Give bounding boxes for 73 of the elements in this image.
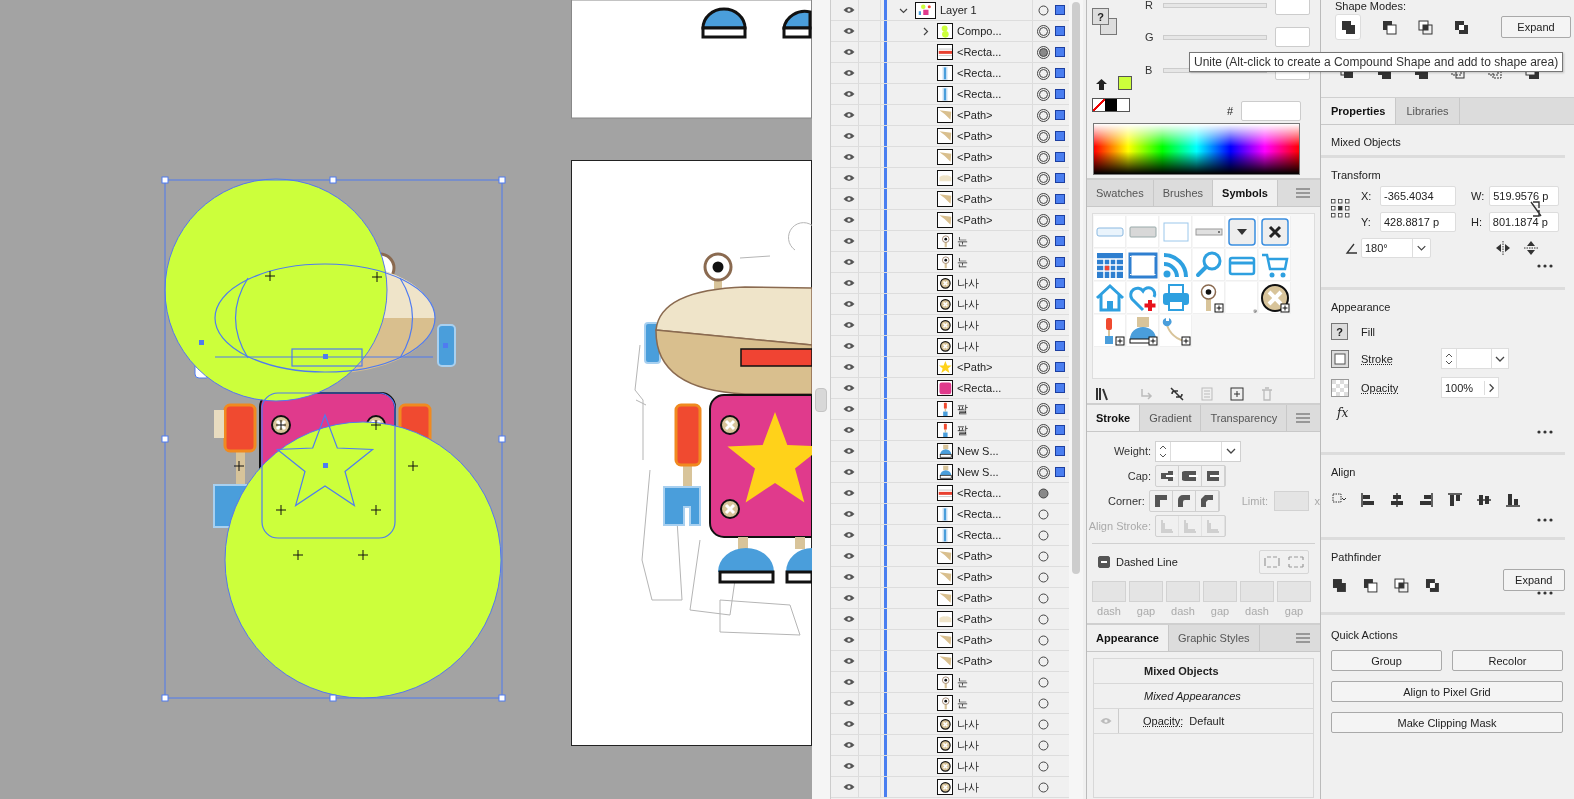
- layer-name: New S...: [957, 466, 999, 478]
- layer-name: 눈: [957, 695, 968, 711]
- field-label: Limit:: [1241, 495, 1268, 507]
- section-label: Shape Modes:: [1335, 0, 1407, 13]
- layer-name: <Path>: [957, 361, 993, 373]
- layer-name: 나사: [957, 296, 979, 312]
- fill-label: Fill: [1361, 325, 1377, 338]
- layer-name: 눈: [957, 674, 968, 690]
- layer-name: 눈: [957, 233, 968, 249]
- layer-name: 나사: [957, 737, 979, 753]
- layer-name: Compo...: [957, 25, 1002, 37]
- layer-name: 나사: [957, 275, 979, 291]
- layer-name: 팔: [957, 422, 968, 438]
- layer-name: <Recta...: [957, 529, 1002, 541]
- layer-name: 나사: [957, 716, 979, 732]
- layer-name: <Path>: [957, 172, 993, 184]
- opacity-value: 100%: [1444, 381, 1475, 394]
- dash-label: dash: [1096, 605, 1122, 617]
- section-title: Pathfinder: [1331, 550, 1383, 563]
- field-label: Cap:: [1126, 470, 1152, 482]
- layer-name: Layer 1: [940, 4, 977, 16]
- channel-label: R: [1145, 0, 1154, 11]
- layer-name: 눈: [957, 254, 968, 270]
- layer-name: <Path>: [957, 193, 993, 205]
- dash-label: gap: [1283, 605, 1305, 617]
- layer-name: 나사: [957, 317, 979, 333]
- field-label: X:: [1361, 190, 1373, 202]
- section-title: Quick Actions: [1331, 628, 1399, 641]
- layer-name: <Path>: [957, 214, 993, 226]
- opacity-value: Default: [1189, 715, 1225, 727]
- appearance-label: Mixed Appearances: [1144, 690, 1241, 702]
- field-label: W:: [1471, 190, 1485, 202]
- layer-name: <Path>: [957, 550, 993, 562]
- field-label: Corner:: [1107, 495, 1146, 507]
- field-label: H:: [1471, 216, 1483, 228]
- layer-name: <Path>: [957, 571, 993, 583]
- layer-name: <Recta...: [957, 508, 1002, 520]
- section-title: Appearance: [1331, 300, 1392, 313]
- unite-tooltip: Unite (Alt-click to create a Compound Shape and add to shape area): [1189, 52, 1564, 72]
- checkbox-label: Dashed Line: [1116, 556, 1178, 568]
- object-type-label: Mixed Objects: [1144, 665, 1219, 677]
- layer-name: <Recta...: [957, 382, 1002, 394]
- layer-name: <Path>: [957, 109, 993, 121]
- section-title: Transform: [1331, 168, 1382, 181]
- selection-type-label: Mixed Objects: [1331, 135, 1402, 148]
- rotate-value: 180°: [1364, 241, 1389, 256]
- layer-name: New S...: [957, 445, 999, 457]
- section-title: Align: [1331, 465, 1357, 478]
- channel-label: B: [1145, 64, 1154, 76]
- layer-name: 나사: [957, 758, 979, 774]
- dash-label: dash: [1170, 605, 1196, 617]
- layer-name: <Recta...: [957, 46, 1002, 58]
- field-label: Align Stroke:: [1087, 520, 1152, 532]
- dash-label: gap: [1135, 605, 1157, 617]
- layer-name: <Path>: [957, 151, 993, 163]
- layer-name: <Path>: [957, 592, 993, 604]
- layer-name: 나사: [957, 338, 979, 354]
- layer-name: <Path>: [957, 655, 993, 667]
- layer-name: 팔: [957, 401, 968, 417]
- layer-name: <Recta...: [957, 88, 1002, 100]
- hex-label: #: [1227, 105, 1234, 117]
- channel-label: G: [1145, 31, 1155, 43]
- layer-name: <Path>: [957, 130, 993, 142]
- layer-name: <Recta...: [957, 487, 1002, 499]
- layer-name: <Path>: [957, 634, 993, 646]
- dash-label: dash: [1244, 605, 1270, 617]
- field-label: Y:: [1361, 216, 1372, 228]
- field-label: Weight:: [1112, 445, 1152, 457]
- layer-name: <Path>: [957, 613, 993, 625]
- layer-name: 나사: [957, 779, 979, 795]
- layer-name: <Recta...: [957, 67, 1002, 79]
- dash-label: gap: [1209, 605, 1231, 617]
- unit-label: x: [1314, 495, 1320, 507]
